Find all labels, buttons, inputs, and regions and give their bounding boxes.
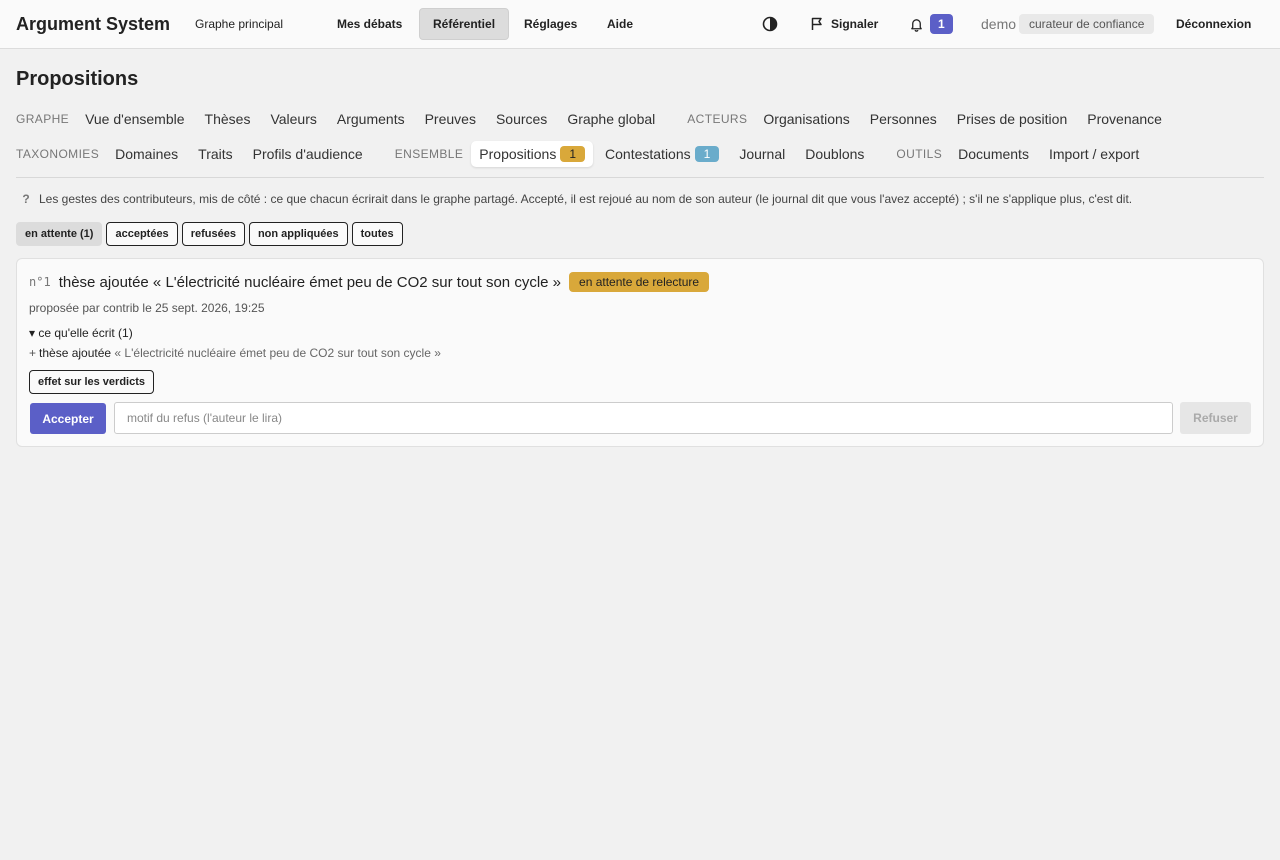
change-sign: + xyxy=(29,346,37,360)
tab-sources[interactable]: Sources xyxy=(488,106,555,132)
refuse-button[interactable]: Refuser xyxy=(1180,402,1251,434)
filter-toutes[interactable]: toutes xyxy=(351,222,403,246)
nav-mes-debats[interactable]: Mes débats xyxy=(324,8,415,40)
filter-non-appliquees[interactable]: non appliquées xyxy=(248,222,348,246)
graph-selector[interactable]: Graphe principal xyxy=(195,0,283,48)
bell-icon xyxy=(911,18,922,32)
page-title: Propositions xyxy=(16,68,139,90)
contestations-count-badge: 1 xyxy=(694,146,720,162)
proposal-meta: proposée par contrib le 25 sept. 2026, 1… xyxy=(29,301,265,315)
tab-valeurs[interactable]: Valeurs xyxy=(262,106,324,132)
group-label-outils: OUTILS xyxy=(896,147,943,161)
user-name: demo xyxy=(981,16,1017,32)
tab-row-taxonomies-ensemble-outils: TAXONOMIES Domaines Traits Profils d'aud… xyxy=(16,141,1264,167)
logout-button[interactable]: Déconnexion xyxy=(1163,8,1264,40)
tab-doublons[interactable]: Doublons xyxy=(797,141,872,167)
status-filters: en attente (1) acceptées refusées non ap… xyxy=(16,222,403,246)
report-button[interactable]: Signaler xyxy=(810,0,878,48)
tab-graphe-global[interactable]: Graphe global xyxy=(559,106,663,132)
accept-button[interactable]: Accepter xyxy=(30,403,106,434)
tab-contestations-label: Contestations xyxy=(605,146,691,162)
tab-provenance[interactable]: Provenance xyxy=(1079,106,1170,132)
change-value: « L'électricité nucléaire émet peu de CO… xyxy=(114,346,441,360)
change-item: + thèse ajoutée « L'électricité nucléaire… xyxy=(29,346,441,360)
filter-refusees[interactable]: refusées xyxy=(181,222,245,246)
nav-referentiel[interactable]: Référentiel xyxy=(419,8,510,40)
info-text: Les gestes des contributeurs, mis de côt… xyxy=(39,192,1133,206)
tab-import-export[interactable]: Import / export xyxy=(1041,141,1147,167)
help-icon[interactable]: ? xyxy=(16,192,36,206)
theme-toggle-button[interactable] xyxy=(762,0,778,48)
tab-domaines[interactable]: Domaines xyxy=(107,141,186,167)
tab-preuves[interactable]: Preuves xyxy=(417,106,484,132)
filter-en-attente[interactable]: en attente (1) xyxy=(16,222,103,246)
tab-traits[interactable]: Traits xyxy=(190,141,240,167)
group-label-ensemble: ENSEMBLE xyxy=(394,147,464,161)
proposal-title: thèse ajoutée « L'électricité nucléaire … xyxy=(58,273,562,291)
tab-propositions-label: Propositions xyxy=(479,146,557,162)
tab-propositions[interactable]: Propositions 1 xyxy=(471,141,594,167)
tab-documents[interactable]: Documents xyxy=(950,141,1037,167)
proposal-header: n°1 thèse ajoutée « L'électricité nucléa… xyxy=(29,272,710,292)
flag-icon xyxy=(811,17,822,30)
nav-aide[interactable]: Aide xyxy=(594,8,646,40)
tab-personnes[interactable]: Personnes xyxy=(862,106,945,132)
tab-contestations[interactable]: Contestations 1 xyxy=(597,141,727,167)
filter-acceptees[interactable]: acceptées xyxy=(106,222,178,246)
tab-row-graphe-acteurs: GRAPHE Vue d'ensemble Thèses Valeurs Arg… xyxy=(16,106,1264,132)
role-badge-wrapper: curateur de confiance xyxy=(1019,0,1155,48)
change-kind: thèse ajoutée xyxy=(39,346,112,360)
tab-organisations[interactable]: Organisations xyxy=(755,106,857,132)
tab-journal[interactable]: Journal xyxy=(731,141,793,167)
refusal-reason-input[interactable] xyxy=(114,402,1173,434)
group-label-taxonomies: TAXONOMIES xyxy=(16,147,100,161)
tab-vue-ensemble[interactable]: Vue d'ensemble xyxy=(77,106,192,132)
tab-profils-audience[interactable]: Profils d'audience xyxy=(245,141,371,167)
notifications-button[interactable]: 1 xyxy=(909,0,953,48)
tab-theses[interactable]: Thèses xyxy=(197,106,259,132)
changes-disclosure[interactable]: ▾ ce qu'elle écrit (1) xyxy=(29,326,133,340)
verdict-effect-button[interactable]: effet sur les verdicts xyxy=(29,370,154,394)
app-brand[interactable]: Argument System xyxy=(16,0,170,48)
notification-count-badge: 1 xyxy=(930,14,953,34)
nav-reglages[interactable]: Réglages xyxy=(511,8,590,40)
tabs-divider xyxy=(16,177,1264,178)
tab-prises-de-position[interactable]: Prises de position xyxy=(949,106,1076,132)
group-label-graphe: GRAPHE xyxy=(16,112,70,126)
contrast-icon xyxy=(762,16,778,32)
group-label-acteurs: ACTEURS xyxy=(687,112,748,126)
proposal-card: n°1 thèse ajoutée « L'électricité nucléa… xyxy=(16,258,1264,447)
status-badge: en attente de relecture xyxy=(569,272,710,292)
report-label: Signaler xyxy=(831,17,879,31)
tab-arguments[interactable]: Arguments xyxy=(329,106,413,132)
proposal-number: n°1 xyxy=(29,275,51,289)
top-bar: Argument System Graphe principal Mes déb… xyxy=(0,0,1280,49)
role-badge: curateur de confiance xyxy=(1019,14,1155,34)
propositions-count-badge: 1 xyxy=(560,146,586,162)
info-note: ? Les gestes des contributeurs, mis de c… xyxy=(16,192,1132,206)
